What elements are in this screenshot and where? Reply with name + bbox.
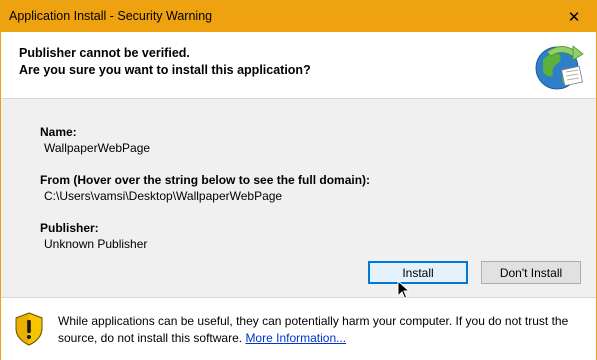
title-bar[interactable]: Application Install - Security Warning ✕ xyxy=(1,1,596,32)
publisher-value: Unknown Publisher xyxy=(44,237,148,251)
close-button[interactable]: ✕ xyxy=(552,1,596,32)
security-warning-dialog: Application Install - Security Warning ✕… xyxy=(0,0,597,360)
dialog-header: Publisher cannot be verified. Are you su… xyxy=(1,32,596,99)
install-confirm-question: Are you sure you want to install this ap… xyxy=(19,63,311,77)
warning-message: While applications can be useful, they c… xyxy=(58,313,588,347)
install-button[interactable]: Install xyxy=(368,261,468,284)
globe-install-icon xyxy=(535,45,584,90)
warning-shield-icon xyxy=(15,312,43,346)
more-information-link[interactable]: More Information... xyxy=(245,331,346,345)
dont-install-button[interactable]: Don't Install xyxy=(481,261,581,284)
from-value[interactable]: C:\Users\vamsi\Desktop\WallpaperWebPage xyxy=(44,189,282,203)
name-label: Name: xyxy=(40,125,77,139)
publisher-warning-heading: Publisher cannot be verified. xyxy=(19,46,190,60)
publisher-label: Publisher: xyxy=(40,221,99,235)
window-title: Application Install - Security Warning xyxy=(9,9,213,23)
warning-footer: While applications can be useful, they c… xyxy=(1,297,596,360)
close-icon: ✕ xyxy=(567,8,581,26)
name-value: WallpaperWebPage xyxy=(44,141,151,155)
from-label: From (Hover over the string below to see… xyxy=(40,173,371,187)
